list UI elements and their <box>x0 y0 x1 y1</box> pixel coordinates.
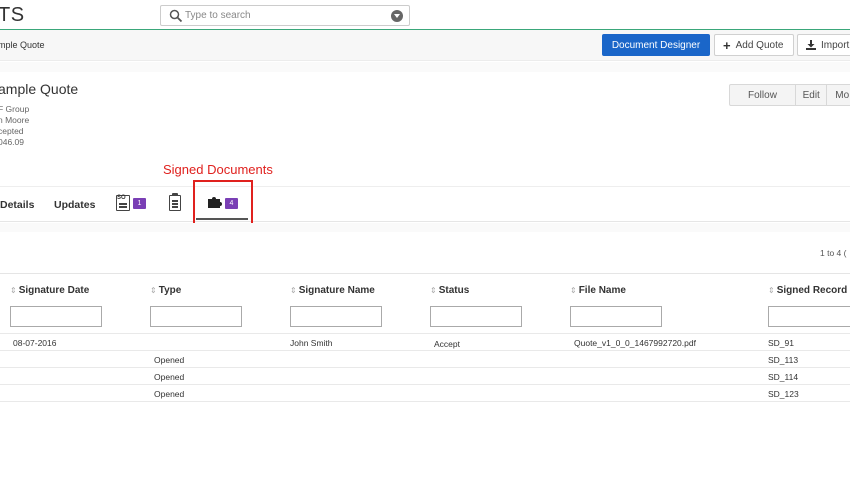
follow-button[interactable]: Follow <box>730 85 796 105</box>
more-button[interactable]: Mo <box>827 85 850 105</box>
filter-signature-name[interactable] <box>290 306 382 327</box>
search-box[interactable]: Type to search <box>160 5 410 26</box>
section-gap <box>0 62 850 72</box>
cell-record[interactable]: SD_91 <box>768 338 794 348</box>
cell-file[interactable]: Quote_v1_0_0_1467992720.pdf <box>574 338 696 348</box>
cell-type: Opened <box>154 355 185 365</box>
cell-record[interactable]: SD_114 <box>768 372 798 382</box>
cell-name: John Smith <box>290 338 333 348</box>
record-status: cepted <box>0 126 24 136</box>
puzzle-icon[interactable] <box>206 195 224 209</box>
table-row[interactable]: 08-07-2016 John Smith Accept Quote_v1_0_… <box>0 333 850 350</box>
app-logo[interactable]: TS <box>0 4 25 27</box>
document-designer-button[interactable]: Document Designer <box>602 34 710 56</box>
tab-updates[interactable]: Updates <box>54 199 95 211</box>
add-quote-button[interactable]: + Add Quote <box>714 34 794 56</box>
sort-icon: ⇕ <box>150 286 157 295</box>
column-type[interactable]: ⇕ Type <box>150 285 181 296</box>
sales-order-icon[interactable]: SO <box>116 195 130 211</box>
table-row[interactable]: Opened SD_113 <box>0 350 850 367</box>
sort-icon: ⇕ <box>570 286 577 295</box>
record-contact: n Moore <box>0 115 30 125</box>
tab-bar: Details Updates SO 1 <box>0 186 850 222</box>
cell-status: Accept <box>434 339 460 349</box>
sort-icon: ⇕ <box>290 286 297 295</box>
column-signed-record[interactable]: ⇕ Signed Record N <box>768 285 850 296</box>
edit-button[interactable]: Edit <box>796 85 828 105</box>
import-label: Import <box>821 39 850 51</box>
plus-icon: + <box>723 37 731 53</box>
column-signature-name[interactable]: ⇕ Signature Name <box>290 285 375 296</box>
filter-file-name[interactable] <box>570 306 662 327</box>
record-header: ample Quote F Group n Moore cepted 046.0… <box>0 72 850 182</box>
table-bottom-border <box>0 401 850 402</box>
cell-type: Opened <box>154 389 185 399</box>
download-icon <box>806 39 816 50</box>
search-icon <box>169 9 183 23</box>
sort-icon: ⇕ <box>430 286 437 295</box>
search-input[interactable]: Type to search <box>185 10 251 21</box>
table-row[interactable]: Opened SD_123 <box>0 384 850 401</box>
search-dropdown-icon[interactable] <box>391 10 403 22</box>
record-amount: 046.09 <box>0 137 24 147</box>
sort-icon: ⇕ <box>10 286 17 295</box>
active-tab-indicator <box>196 218 248 220</box>
cell-date: 08-07-2016 <box>13 338 57 348</box>
filter-row <box>0 303 850 333</box>
breadcrumb[interactable]: mple Quote <box>0 40 45 50</box>
record-account: F Group <box>0 104 30 114</box>
table-row[interactable]: Opened SD_114 <box>0 367 850 384</box>
record-actions: Follow Edit Mo <box>729 84 850 106</box>
import-button[interactable]: Import <box>797 34 850 56</box>
filter-signature-date[interactable] <box>10 306 102 327</box>
sales-order-count-badge: 1 <box>133 198 146 209</box>
section-gap <box>0 223 850 232</box>
filter-status[interactable] <box>430 306 522 327</box>
column-signature-date[interactable]: ⇕ Signature Date <box>10 285 89 296</box>
cell-record[interactable]: SD_123 <box>768 389 799 399</box>
document-icon[interactable] <box>169 193 181 211</box>
cell-record[interactable]: SD_113 <box>768 355 798 365</box>
column-file-name[interactable]: ⇕ File Name <box>570 285 626 296</box>
filter-signed-record[interactable] <box>768 306 850 327</box>
record-title: ample Quote <box>0 81 79 97</box>
pagination-info: 1 to 4 ( <box>820 248 847 258</box>
top-bar: TS Type to search <box>0 0 850 30</box>
table-header: ⇕ Signature Date ⇕ Type ⇕ Signature Name ⇕ S… <box>0 273 850 303</box>
filter-type[interactable] <box>150 306 242 327</box>
signed-documents-count-badge: 4 <box>225 198 238 209</box>
add-quote-label: Add Quote <box>735 39 784 51</box>
tab-details[interactable]: Details <box>0 199 34 211</box>
sort-icon: ⇕ <box>768 286 775 295</box>
signed-documents-annotation: Signed Documents <box>163 162 273 177</box>
cell-type: Opened <box>154 372 185 382</box>
column-status[interactable]: ⇕ Status <box>430 285 469 296</box>
